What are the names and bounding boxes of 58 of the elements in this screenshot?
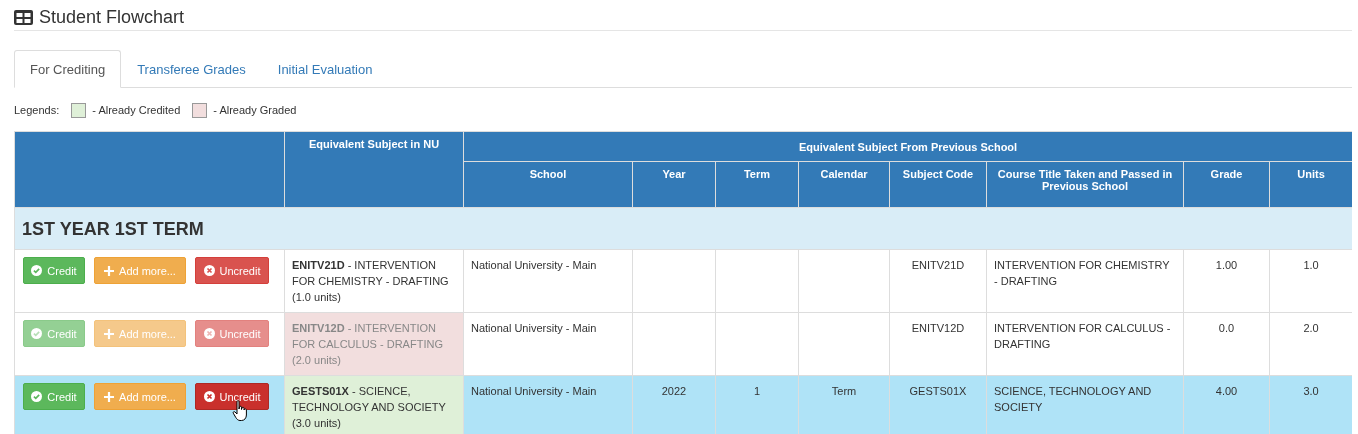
subject-units: (2.0 units) <box>292 353 342 368</box>
tab[interactable]: Transferee Grades <box>121 50 262 88</box>
table-cell: 1 <box>753 385 761 397</box>
uncredit-button[interactable]: Uncredit <box>195 257 269 284</box>
table-cell: 2022 <box>661 385 687 397</box>
table-cell: ENITV12D <box>911 322 965 334</box>
table-cell: SCIENCE, TECHNOLOGY AND SOCIETY <box>994 385 1152 413</box>
hand-cursor-icon <box>232 400 250 422</box>
table-cell: Term <box>831 385 857 397</box>
page-title: Student Flowchart <box>39 6 185 28</box>
check-circle-icon <box>31 265 43 276</box>
header-cell: Term <box>715 161 799 208</box>
subject-units: (3.0 units) <box>292 416 342 431</box>
credit-button[interactable]: Credit <box>23 383 85 410</box>
table-cell: ENITV21D <box>911 259 965 271</box>
table-cell: INTERVENTION FOR CALCULUS - DRAFTING <box>994 322 1171 350</box>
close-circle-icon <box>203 391 215 402</box>
header-cell: Year <box>632 161 716 208</box>
table-cell: GESTS01X <box>909 385 967 397</box>
legend-label: - Already Graded <box>213 104 297 116</box>
table-cell: National University - Main <box>471 322 597 334</box>
table-cell: 1.0 <box>1303 259 1319 271</box>
table-cell: 1.00 <box>1215 259 1238 271</box>
table-cell: 2.0 <box>1303 322 1319 334</box>
table-cell: 4.00 <box>1215 385 1238 397</box>
section-heading: 1ST YEAR 1ST TERM <box>14 207 1352 250</box>
subject-text: ENITV12D - INTERVENTION FOR CALCULUS - DRAFTING <box>292 321 444 352</box>
subject-units: (1.0 units) <box>292 290 342 305</box>
check-circle-icon <box>31 391 43 402</box>
subject-text: ENITV21D - INTERVENTION FOR CHEMISTRY - DRAFTING <box>292 258 450 289</box>
table-cell: National University - Main <box>471 385 597 397</box>
table-cell: INTERVENTION FOR CHEMISTRY - DRAFTING <box>994 259 1170 287</box>
header-cell: Subject Code <box>889 161 987 208</box>
header-cell: Equivalent Subject From Previous School <box>463 131 1352 162</box>
header-cell: School <box>463 161 633 208</box>
header-cell: Equivalent Subject in NU <box>284 131 464 208</box>
subject-text: GESTS01X - SCIENCE, TECHNOLOGY AND SOCIETY <box>292 384 447 415</box>
tab[interactable]: Initial Evaluation <box>261 50 389 88</box>
header-cell: Grade <box>1183 161 1270 208</box>
tab[interactable]: For Crediting <box>14 50 122 88</box>
header-cell: Course Title Taken and Passed in Previous School <box>986 161 1184 208</box>
plus-icon <box>104 391 115 402</box>
table-cell: 3.0 <box>1303 385 1319 397</box>
table-cell: National University - Main <box>471 259 597 271</box>
close-circle-icon <box>203 265 215 276</box>
header-cell: Calendar <box>798 161 890 208</box>
plus-icon <box>104 328 115 339</box>
header-cell: Units <box>1269 161 1352 208</box>
table-icon <box>14 9 33 25</box>
table-row[interactable]: Credit Add more... Uncredit GESTS01X - SCIENCE, TECHNOLOGY AND SOCIETY (3.0 units) National University - Main 2022 1 Term GESTS01X SCIENCE, TECHNOLOGY AND SOCIETY 4.00 3.0 <box>14 375 1352 434</box>
table-row[interactable]: Credit Add more... Uncredit ENITV21D - INTERVENTION FOR CHEMISTRY - DRAFTING (1.0 units) National University - Main ENITV21D INTERVENTION FOR CHEMISTRY - DRAFTING 1.00 1.0 <box>14 249 1352 313</box>
legend-label: - Already Credited <box>92 104 181 116</box>
plus-icon <box>104 265 115 276</box>
table-cell: 0.0 <box>1218 322 1235 334</box>
legends-label: Legends: <box>14 104 60 116</box>
close-circle-icon <box>203 328 215 339</box>
credit-button[interactable]: Credit <box>23 257 85 284</box>
check-circle-icon <box>31 328 43 339</box>
